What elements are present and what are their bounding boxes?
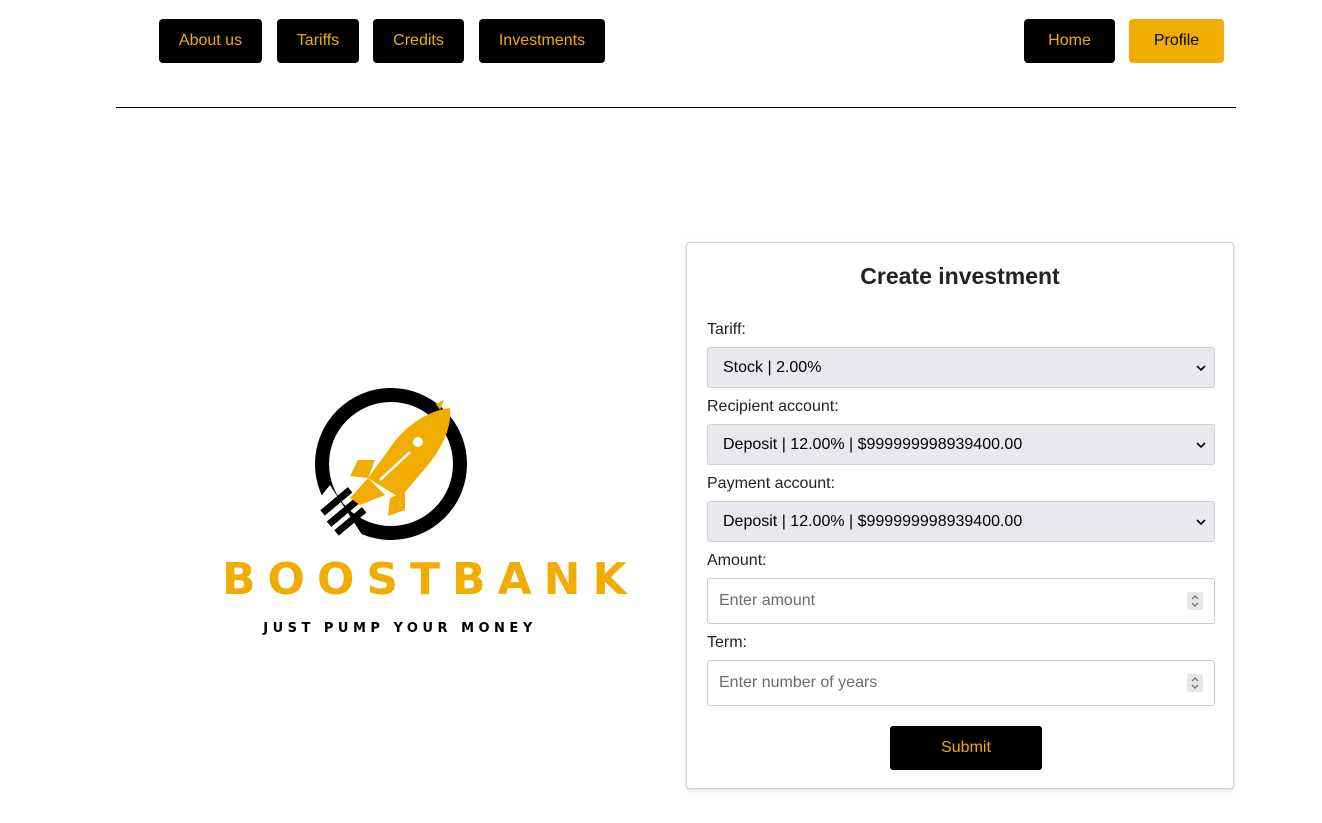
tariff-label: Tariff: (707, 321, 746, 338)
recipient-account-value: Deposit | 12.00% | $999999998939400.00 (723, 436, 1023, 453)
submit-button[interactable]: Submit (890, 726, 1042, 770)
tariff-select[interactable]: Stock | 2.00% (707, 347, 1215, 388)
recipient-account-label: Recipient account: (707, 398, 839, 415)
amount-placeholder: Enter amount (719, 592, 816, 609)
term-label: Term: (707, 634, 747, 651)
term-input[interactable]: Enter number of years (707, 660, 1215, 706)
term-placeholder: Enter number of years (719, 674, 878, 691)
number-spinner-icon[interactable] (1187, 592, 1203, 610)
rocket-icon (315, 388, 467, 555)
amount-label: Amount: (707, 552, 767, 569)
payment-account-select[interactable]: Deposit | 12.00% | $999999998939400.00 (707, 501, 1215, 542)
chevron-down-icon (1196, 442, 1206, 449)
payment-account-value: Deposit | 12.00% | $999999998939400.00 (723, 513, 1023, 530)
nav-profile-button[interactable]: Profile (1129, 19, 1224, 63)
brand-tagline: JUST PUMP YOUR MONEY (263, 621, 537, 636)
card-title: Create investment (860, 263, 1060, 289)
payment-account-label: Payment account: (707, 475, 836, 492)
amount-input[interactable]: Enter amount (707, 578, 1215, 624)
create-investment-card: Create investment Tariff: Stock | 2.00% … (686, 242, 1234, 789)
header-divider (116, 107, 1236, 108)
number-spinner-icon[interactable] (1187, 674, 1203, 692)
nav-home-button[interactable]: Home (1024, 19, 1115, 63)
nav-about-us-button[interactable]: About us (159, 19, 262, 63)
brand-name: BOOSTBANK (222, 554, 639, 605)
nav-tariffs-button[interactable]: Tariffs (277, 19, 359, 63)
nav-credits-button[interactable]: Credits (373, 19, 464, 63)
nav-investments-button[interactable]: Investments (479, 19, 605, 63)
chevron-down-icon (1196, 365, 1206, 372)
recipient-account-select[interactable]: Deposit | 12.00% | $999999998939400.00 (707, 424, 1215, 465)
tariff-select-value: Stock | 2.00% (723, 359, 822, 376)
chevron-down-icon (1196, 519, 1206, 526)
